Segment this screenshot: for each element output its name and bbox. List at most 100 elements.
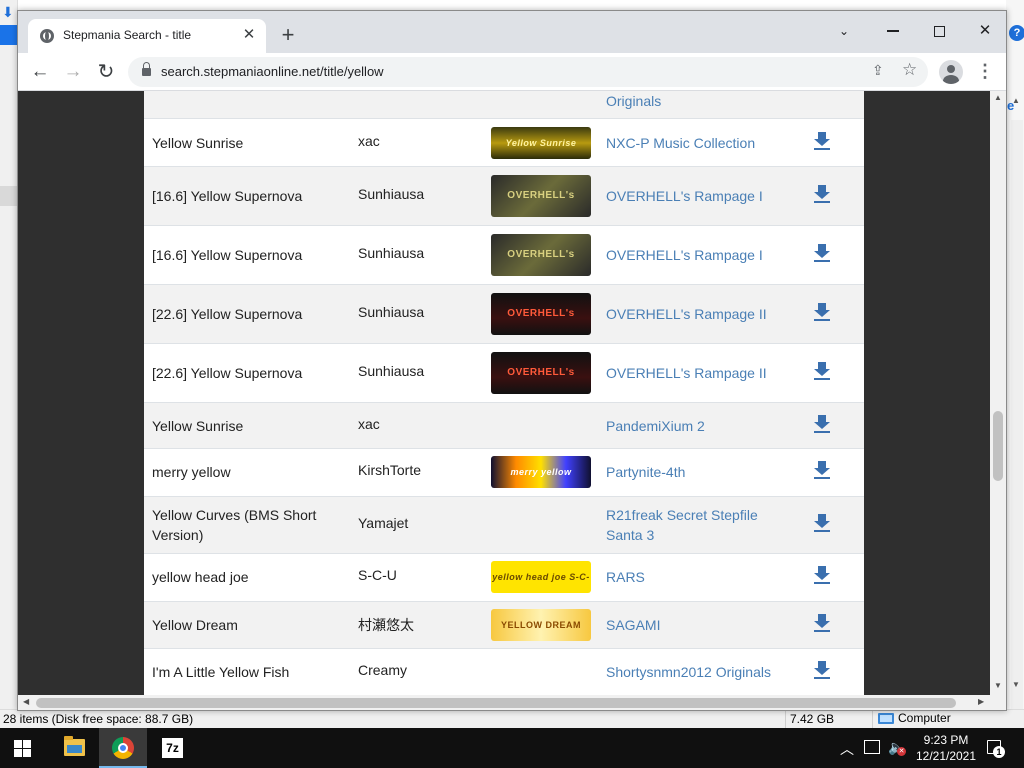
minimize-button[interactable]: [870, 17, 916, 45]
explorer-status-bar: 28 items (Disk free space: 88.7 GB) 7.42…: [0, 709, 1024, 729]
chrome-titlebar: Stepmania Search - title ✕ + ⌄ ✕: [18, 11, 1006, 53]
song-artist: Creamy: [358, 662, 408, 678]
table-row: yellow head joe S-C-U yellow head joe S-…: [144, 554, 864, 602]
chrome-menu-icon[interactable]: ⋮: [975, 60, 995, 84]
pack-link[interactable]: Originals: [606, 91, 786, 111]
system-clock[interactable]: 9:23 PM 12/21/2021: [914, 732, 978, 764]
horizontal-scroll-thumb[interactable]: [36, 698, 956, 708]
reload-button[interactable]: ↻: [93, 59, 119, 85]
profile-avatar[interactable]: [939, 60, 963, 84]
scroll-thumb[interactable]: [993, 411, 1003, 481]
song-title: I'm A Little Yellow Fish: [152, 664, 290, 680]
pack-link[interactable]: Partynite-4th: [606, 462, 786, 482]
table-row: [16.6] Yellow Supernova Sunhiausa OVERHE…: [144, 167, 864, 226]
explorer-scroll-down-icon[interactable]: ▼: [1012, 680, 1020, 689]
download-icon[interactable]: [814, 614, 830, 632]
folder-icon: [64, 736, 85, 756]
song-artist: S-C-U: [358, 567, 397, 583]
forward-button[interactable]: →: [60, 59, 86, 85]
pack-link[interactable]: SAGAMI: [606, 615, 786, 635]
pack-link[interactable]: R21freak Secret Stepfile Santa 3: [606, 505, 786, 545]
pack-link[interactable]: Shortysnmn2012 Originals: [606, 662, 786, 682]
table-row: Originals: [144, 91, 864, 119]
pack-link[interactable]: NXC-P Music Collection: [606, 133, 786, 153]
table-row: I'm A Little Yellow Fish Creamy Shortysn…: [144, 649, 864, 695]
song-artist: Sunhiausa: [358, 245, 425, 261]
download-icon[interactable]: [814, 566, 830, 584]
table-row: Yellow Sunrise xac Yellow Sunrise NXC-P …: [144, 119, 864, 167]
status-divider: [785, 710, 786, 729]
back-button[interactable]: ←: [27, 59, 53, 85]
globe-icon: [40, 29, 54, 43]
show-hidden-icons-chevron-icon[interactable]: ︿: [840, 739, 854, 768]
action-center-icon[interactable]: 1: [985, 738, 1005, 758]
pack-link[interactable]: RARS: [606, 567, 786, 587]
scroll-down-icon[interactable]: ▼: [994, 681, 1002, 690]
song-artist: Yamajet: [358, 515, 409, 531]
table-row: [16.6] Yellow Supernova Sunhiausa OVERHE…: [144, 226, 864, 285]
explorer-scroll-up-icon[interactable]: ▲: [1012, 96, 1020, 105]
pack-link[interactable]: OVERHELL's Rampage I: [606, 186, 786, 206]
download-icon[interactable]: [814, 362, 830, 380]
table-row: [22.6] Yellow Supernova Sunhiausa OVERHE…: [144, 344, 864, 403]
download-icon[interactable]: [814, 185, 830, 203]
close-window-button[interactable]: ✕: [962, 17, 1006, 45]
explorer-scrollbar[interactable]: [1011, 120, 1023, 710]
song-title: Yellow Curves (BMS Short Version): [152, 507, 317, 543]
network-icon[interactable]: [864, 740, 880, 754]
close-tab-icon[interactable]: ✕: [240, 26, 258, 44]
pack-link[interactable]: OVERHELL's Rampage II: [606, 304, 786, 324]
new-tab-button[interactable]: +: [276, 23, 300, 47]
url-text[interactable]: search.stepmaniaonline.net/title/yellow: [161, 64, 384, 79]
horizontal-scrollbar[interactable]: ◀ ▶: [18, 695, 1006, 710]
volume-muted-icon[interactable]: 🔈 ✕: [888, 739, 906, 768]
pack-banner: yellow head joe S-C-U: [491, 561, 591, 593]
lock-icon[interactable]: [142, 62, 151, 77]
file-explorer-taskbar-button[interactable]: [50, 728, 98, 768]
download-icon[interactable]: [814, 461, 830, 479]
song-artist: xac: [358, 133, 380, 149]
explorer-left-pane: ⬇: [0, 0, 18, 728]
download-icon[interactable]: [814, 415, 830, 433]
chrome-icon: [112, 737, 134, 759]
explorer-highlight-item[interactable]: [0, 186, 18, 206]
windows-start-icon[interactable]: [14, 740, 31, 757]
page-viewport: Originals Yellow Sunrise xac Yellow Sunr…: [18, 91, 1006, 695]
results-table: Originals Yellow Sunrise xac Yellow Sunr…: [144, 91, 864, 695]
browser-tab[interactable]: Stepmania Search - title ✕: [28, 19, 266, 53]
scroll-left-icon[interactable]: ◀: [23, 697, 29, 706]
pack-link[interactable]: OVERHELL's Rampage I: [606, 245, 786, 265]
pack-link[interactable]: OVERHELL's Rampage II: [606, 363, 786, 383]
help-icon[interactable]: ?: [1009, 25, 1024, 41]
page-vertical-scrollbar[interactable]: ▲ ▼: [990, 91, 1006, 695]
selection-size: 7.42 GB: [790, 712, 835, 726]
bookmark-star-icon[interactable]: ☆: [902, 60, 917, 80]
share-icon[interactable]: ⇪: [872, 62, 884, 79]
song-title: [22.6] Yellow Supernova: [152, 365, 303, 381]
download-icon[interactable]: [814, 514, 830, 532]
song-title: merry yellow: [152, 464, 231, 480]
7zip-taskbar-button[interactable]: 7z: [148, 728, 196, 768]
notification-count: 1: [993, 746, 1005, 758]
table-row: [22.6] Yellow Supernova Sunhiausa OVERHE…: [144, 285, 864, 344]
pack-link[interactable]: PandemiXium 2: [606, 416, 786, 436]
address-bar[interactable]: search.stepmaniaonline.net/title/yellow …: [128, 57, 928, 87]
download-icon[interactable]: [814, 244, 830, 262]
download-icon[interactable]: [814, 303, 830, 321]
clock-time: 9:23 PM: [923, 733, 969, 747]
song-artist: 村瀬悠太: [358, 617, 414, 633]
explorer-selected-item[interactable]: [0, 25, 18, 45]
song-artist: Sunhiausa: [358, 363, 425, 379]
download-icon[interactable]: [814, 661, 830, 679]
pack-banner: OVERHELL's RAMPAGE: [491, 234, 591, 276]
table-row: Yellow Sunrise xac PandemiXium 2: [144, 403, 864, 449]
windows-taskbar: 7z ︿ 🔈 ✕ 9:23 PM 12/21/2021 1: [0, 728, 1024, 768]
maximize-button[interactable]: [916, 17, 962, 45]
song-title: Yellow Sunrise: [152, 135, 244, 151]
scroll-right-icon[interactable]: ▶: [978, 697, 984, 706]
table-row: Yellow Dream 村瀬悠太 YELLOW DREAM SAGAMI: [144, 602, 864, 649]
tab-search-icon[interactable]: ⌄: [824, 17, 864, 45]
chrome-taskbar-button[interactable]: [99, 728, 147, 768]
scroll-up-icon[interactable]: ▲: [994, 93, 1002, 102]
download-icon[interactable]: [814, 132, 830, 150]
